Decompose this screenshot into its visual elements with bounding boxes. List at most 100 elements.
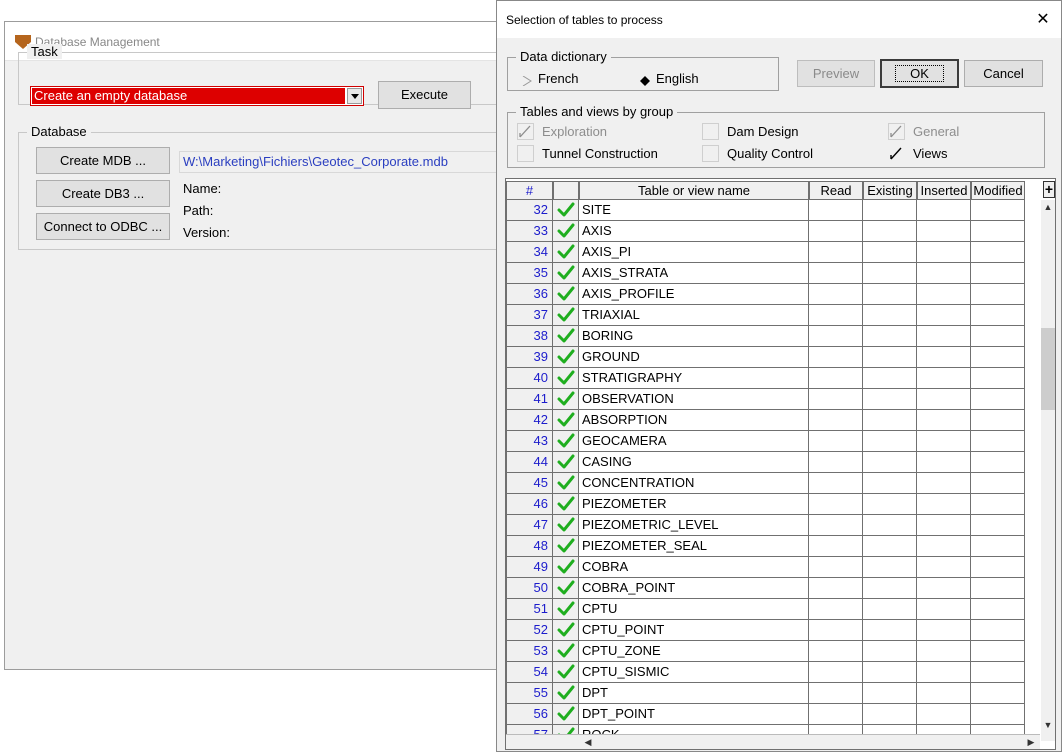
table-row[interactable]: 37 TRIAXIAL <box>506 305 1030 326</box>
table-row[interactable]: 54 CPTU_SISMIC <box>506 662 1030 683</box>
checkbox-general[interactable]: General <box>888 123 959 141</box>
vertical-scrollbar[interactable]: ▲ ▼ <box>1041 200 1055 741</box>
header-check[interactable] <box>553 181 579 200</box>
table-row[interactable]: 38 BORING <box>506 326 1030 347</box>
table-row[interactable]: 39 GROUND <box>506 347 1030 368</box>
row-table-name: COBRA <box>579 557 809 578</box>
row-existing <box>863 473 917 494</box>
table-row[interactable]: 48 PIEZOMETER_SEAL <box>506 536 1030 557</box>
execute-button[interactable]: Execute <box>378 81 471 109</box>
row-checkbox[interactable] <box>553 242 579 263</box>
table-row[interactable]: 32 SITE <box>506 200 1030 221</box>
row-table-name: TRIAXIAL <box>579 305 809 326</box>
radio-french[interactable]: French <box>522 71 578 86</box>
row-checkbox[interactable] <box>553 431 579 452</box>
row-number: 41 <box>506 389 553 410</box>
row-checkbox[interactable] <box>553 515 579 536</box>
row-table-name: GEOCAMERA <box>579 431 809 452</box>
row-checkbox[interactable] <box>553 473 579 494</box>
row-modified <box>971 578 1025 599</box>
row-existing <box>863 284 917 305</box>
dropdown-arrow-icon[interactable] <box>347 88 362 104</box>
row-checkbox[interactable] <box>553 662 579 683</box>
table-row[interactable]: 56 DPT_POINT <box>506 704 1030 725</box>
radio-english[interactable]: English <box>640 71 699 86</box>
table-row[interactable]: 36 AXIS_PROFILE <box>506 284 1030 305</box>
create-db3-button[interactable]: Create DB3 ... <box>36 180 170 207</box>
horizontal-scrollbar[interactable]: ◀ ▶ <box>506 734 1040 749</box>
create-mdb-button[interactable]: Create MDB ... <box>36 147 170 174</box>
ok-button[interactable]: OK <box>880 59 959 88</box>
checkbox-dam-design[interactable]: Dam Design <box>702 123 799 141</box>
scroll-right-icon[interactable]: ▶ <box>1024 735 1038 749</box>
table-row[interactable]: 42 ABSORPTION <box>506 410 1030 431</box>
row-checkbox[interactable] <box>553 599 579 620</box>
scroll-down-icon[interactable]: ▼ <box>1041 718 1055 732</box>
table-row[interactable]: 55 DPT <box>506 683 1030 704</box>
task-dropdown[interactable]: Create an empty database <box>30 86 364 106</box>
table-row[interactable]: 50 COBRA_POINT <box>506 578 1030 599</box>
row-number: 39 <box>506 347 553 368</box>
table-row[interactable]: 41 OBSERVATION <box>506 389 1030 410</box>
row-inserted <box>917 515 971 536</box>
row-checkbox[interactable] <box>553 347 579 368</box>
checkbox-exploration[interactable]: Exploration <box>517 123 607 141</box>
table-row[interactable]: 49 COBRA <box>506 557 1030 578</box>
row-checkbox[interactable] <box>553 578 579 599</box>
row-existing <box>863 599 917 620</box>
add-column-button[interactable]: + <box>1043 181 1055 198</box>
scroll-up-icon[interactable]: ▲ <box>1041 200 1055 214</box>
header-read[interactable]: Read <box>809 181 863 200</box>
row-checkbox[interactable] <box>553 326 579 347</box>
cancel-button[interactable]: Cancel <box>964 60 1043 87</box>
connect-odbc-button[interactable]: Connect to ODBC ... <box>36 213 170 240</box>
table-row[interactable]: 51 CPTU <box>506 599 1030 620</box>
row-checkbox[interactable] <box>553 557 579 578</box>
table-row[interactable]: 40 STRATIGRAPHY <box>506 368 1030 389</box>
checkbox-quality-control[interactable]: Quality Control <box>702 145 813 163</box>
row-checkbox[interactable] <box>553 641 579 662</box>
table-row[interactable]: 43 GEOCAMERA <box>506 431 1030 452</box>
scroll-left-icon[interactable]: ◀ <box>581 735 595 749</box>
header-modified[interactable]: Modified <box>971 181 1025 200</box>
table-row[interactable]: 44 CASING <box>506 452 1030 473</box>
tables-grid[interactable]: # Table or view name Read Existing Inser… <box>505 178 1056 750</box>
table-row[interactable]: 35 AXIS_STRATA <box>506 263 1030 284</box>
checkbox-tunnel-construction[interactable]: Tunnel Construction <box>517 145 658 163</box>
row-read <box>809 620 863 641</box>
row-checkbox[interactable] <box>553 389 579 410</box>
row-inserted <box>917 620 971 641</box>
row-checkbox[interactable] <box>553 410 579 431</box>
close-icon[interactable]: ✕ <box>1033 10 1053 30</box>
table-row[interactable]: 47 PIEZOMETRIC_LEVEL <box>506 515 1030 536</box>
header-number[interactable]: # <box>506 181 553 200</box>
row-checkbox[interactable] <box>553 704 579 725</box>
preview-button[interactable]: Preview <box>797 60 875 87</box>
row-read <box>809 494 863 515</box>
row-checkbox[interactable] <box>553 536 579 557</box>
row-checkbox[interactable] <box>553 452 579 473</box>
row-checkbox[interactable] <box>553 200 579 221</box>
scrollbar-thumb[interactable] <box>1041 328 1055 410</box>
row-checkbox[interactable] <box>553 263 579 284</box>
row-number: 53 <box>506 641 553 662</box>
table-row[interactable]: 45 CONCENTRATION <box>506 473 1030 494</box>
table-row[interactable]: 46 PIEZOMETER <box>506 494 1030 515</box>
row-checkbox[interactable] <box>553 221 579 242</box>
table-row[interactable]: 33 AXIS <box>506 221 1030 242</box>
row-checkbox[interactable] <box>553 683 579 704</box>
header-existing[interactable]: Existing <box>863 181 917 200</box>
row-checkbox[interactable] <box>553 305 579 326</box>
row-read <box>809 557 863 578</box>
header-table-name[interactable]: Table or view name <box>579 181 809 200</box>
row-checkbox[interactable] <box>553 494 579 515</box>
row-checkbox[interactable] <box>553 284 579 305</box>
row-inserted <box>917 410 971 431</box>
row-checkbox[interactable] <box>553 368 579 389</box>
table-row[interactable]: 52 CPTU_POINT <box>506 620 1030 641</box>
row-checkbox[interactable] <box>553 620 579 641</box>
header-inserted[interactable]: Inserted <box>917 181 971 200</box>
table-row[interactable]: 34 AXIS_PI <box>506 242 1030 263</box>
checkbox-views[interactable]: Views <box>888 145 947 163</box>
table-row[interactable]: 53 CPTU_ZONE <box>506 641 1030 662</box>
